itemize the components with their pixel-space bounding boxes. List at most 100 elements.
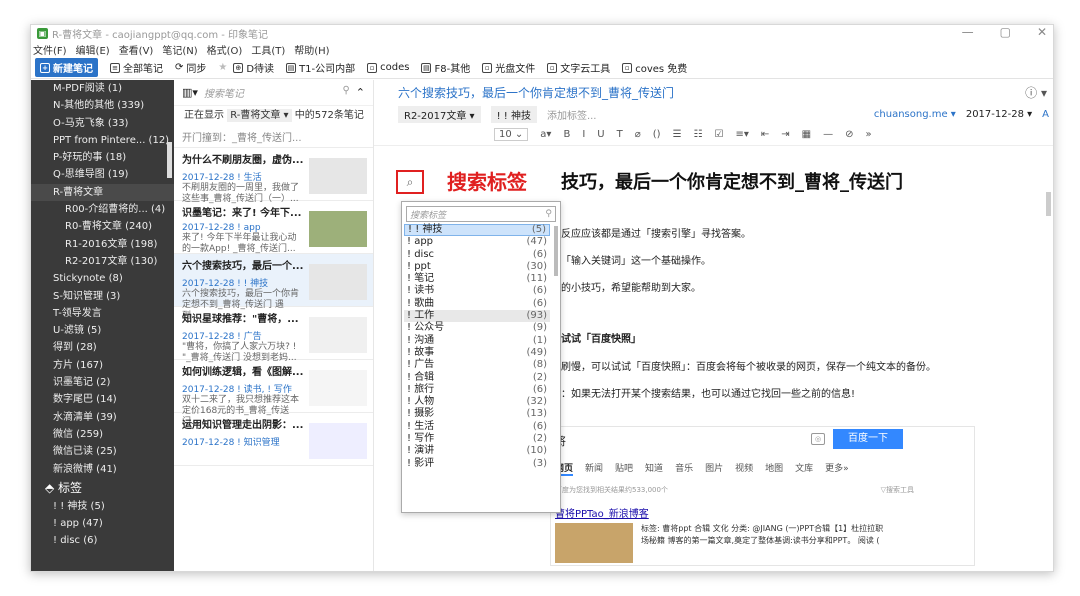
tag-option[interactable]: ! 生活 (6) (404, 421, 550, 433)
menu-note[interactable]: 笔记(N) (162, 42, 197, 57)
note-card-selected[interactable]: 六个搜索技巧，最后一个... 2017-12-28 ! ! 神技 六个搜索技巧，… (174, 254, 373, 321)
tag-search-button-highlight[interactable]: ⌕ (396, 170, 424, 194)
tag-option[interactable]: ! 演讲 (10) (404, 445, 550, 457)
note-card[interactable]: 运用知识管理走出阴影：... 2017-12-28 ! 知识管理 (174, 413, 373, 466)
sidebar-item[interactable]: 水滴清单 (39) (31, 409, 174, 426)
tag-option[interactable]: ! 旅行 (6) (404, 384, 550, 396)
tag-option[interactable]: ! 故事 (49) (404, 347, 550, 359)
sync-button[interactable]: ⟳ 同步 (175, 60, 206, 75)
bold-icon[interactable]: B (563, 129, 570, 140)
tag-option[interactable]: ! 影评 (3) (404, 458, 550, 470)
align-icon[interactable]: ≡▾ (735, 129, 748, 140)
shortcut-coves[interactable]: ▫ coves 免费 (622, 60, 687, 75)
menu-file[interactable]: 文件(F) (33, 42, 67, 57)
sidebar-item[interactable]: Stickynote (8) (31, 270, 174, 287)
info-icon[interactable]: ⓘ ▾ (1025, 84, 1047, 101)
font-size-select[interactable]: 10 ⌄ (494, 128, 529, 141)
tag-option[interactable]: ! 写作 (2) (404, 433, 550, 445)
note-card[interactable]: 知识星球推荐："曹将，... 2017-12-28 ! 广告 "曹将，你搞了人家… (174, 307, 373, 363)
sidebar-item[interactable]: R1-2016文章 (198) (31, 236, 174, 253)
code-icon[interactable]: () (653, 129, 661, 140)
sidebar-item[interactable]: 微信已读 (25) (31, 443, 174, 460)
sidebar-item[interactable]: R2-2017文章 (130) (31, 253, 174, 270)
shortcut-f8[interactable]: ▤ F8-其他 (421, 60, 470, 75)
sidebar-tag-item[interactable]: ! disc (6) (31, 532, 174, 549)
tag-option[interactable]: ! 沟通 (1) (404, 335, 550, 347)
sidebar-item[interactable]: M-PDF阅读 (1) (31, 80, 174, 97)
underline-icon[interactable]: U (597, 129, 604, 140)
sidebar-item[interactable]: 微信 (259) (31, 426, 174, 443)
tag-option[interactable]: ! 摄影 (13) (404, 408, 550, 420)
all-notes-button[interactable]: ≡ 全部笔记 (110, 60, 163, 75)
numbered-list-icon[interactable]: ☷ (694, 129, 703, 140)
sidebar-item-selected[interactable]: R-曹将文章 (31, 183, 174, 202)
sidebar-item[interactable]: R00-介绍曹将的... (4) (31, 201, 174, 218)
shortcut-wordcloud[interactable]: ▫ 文字云工具 (547, 60, 610, 75)
sidebar-item[interactable]: N-其他的其他 (339) (31, 97, 174, 114)
divider-icon[interactable]: — (823, 129, 833, 140)
note-title-field[interactable]: 六个搜索技巧，最后一个你肯定想不到_曹将_传送门 (398, 84, 674, 101)
tag-option[interactable]: ! 公众号 (9) (404, 322, 550, 334)
sidebar-item[interactable]: R0-曹将文章 (240) (31, 218, 174, 235)
tag-option[interactable]: ! 合辑 (2) (404, 372, 550, 384)
sidebar-item[interactable]: T-领导发言 (31, 305, 174, 322)
text-color-icon[interactable]: a▾ (540, 129, 551, 140)
tag-option[interactable]: ! 人物 (32) (404, 396, 550, 408)
tag-search-input[interactable]: 搜索标签 ⚲ (406, 206, 556, 222)
maximize-button[interactable]: ▢ (1000, 25, 1011, 39)
sidebar-scrollbar[interactable] (167, 142, 172, 178)
collapse-icon[interactable]: ⌃ (356, 86, 365, 99)
table-icon[interactable]: ▦ (802, 129, 811, 140)
note-search-input[interactable]: 搜索笔记 ⚲ (204, 85, 350, 100)
sidebar-tag-item[interactable]: ! app (47) (31, 515, 174, 532)
tag-option[interactable]: ! disc (6) (404, 249, 550, 261)
sidebar-item[interactable]: PPT from Pintere... (12) (31, 132, 174, 149)
editor-scrollbar[interactable] (1046, 192, 1051, 216)
italic-icon[interactable]: I (582, 129, 585, 140)
note-card[interactable]: 识墨笔记：来了! 今年下... 2017-12-28 ! app 来了! 今年下… (174, 201, 373, 254)
sidebar-item[interactable]: Q-思维导图 (19) (31, 166, 174, 183)
more-icon[interactable]: » (866, 129, 872, 140)
note-card[interactable]: 开门撞到：_曹将_传送门... (174, 126, 373, 148)
note-date[interactable]: 2017-12-28 ▾ (966, 109, 1032, 120)
tag-option[interactable]: ! 读书 (6) (404, 285, 550, 297)
new-note-button[interactable]: + 新建笔记 (35, 58, 98, 77)
sidebar-item[interactable]: S-知识管理 (3) (31, 288, 174, 305)
tag-option[interactable]: ! 歌曲 (6) (404, 298, 550, 310)
menu-view[interactable]: 查看(V) (119, 42, 154, 57)
note-card[interactable]: 如何训练逻辑，看《图解... 2017-12-28 ! 读书, ! 写作 双十二… (174, 360, 373, 427)
bullet-list-icon[interactable]: ☰ (673, 129, 682, 140)
menu-edit[interactable]: 编辑(E) (76, 42, 110, 57)
tag-option[interactable]: ! 工作 (93) (404, 310, 550, 323)
attach-icon[interactable]: ⊘ (845, 129, 853, 140)
source-url[interactable]: chuansong.me ▾ (874, 109, 956, 120)
menu-format[interactable]: 格式(O) (207, 42, 243, 57)
close-button[interactable]: ✕ (1037, 25, 1047, 39)
notebook-filter[interactable]: R-曹将文章 ▾ (227, 109, 292, 122)
notebook-selector[interactable]: R2-2017文章 ▾ (398, 105, 481, 123)
view-toggle-icon[interactable]: ▥▾ (182, 86, 198, 99)
tags-section-header[interactable]: ⬘ 标签 (31, 478, 174, 498)
shortcut-t1[interactable]: ▤ T1-公司内部 (286, 60, 355, 75)
tag-list-scrollbar[interactable] (554, 226, 558, 276)
shortcut-codes[interactable]: ▫ codes (367, 62, 409, 73)
sidebar-item[interactable]: 识墨笔记 (2) (31, 374, 174, 391)
sidebar-item[interactable]: 方片 (167) (31, 357, 174, 374)
indent-icon[interactable]: ⇥ (781, 129, 789, 140)
note-card[interactable]: 为什么不刷朋友圈，虚伪... 2017-12-28 ! 生活 不刷朋友圈的一周里… (174, 148, 373, 204)
sidebar-item[interactable]: O-马克飞象 (33) (31, 115, 174, 132)
minimize-button[interactable]: — (962, 25, 974, 39)
add-tag-input[interactable]: 添加标签... (547, 107, 597, 122)
menu-tools[interactable]: 工具(T) (251, 42, 285, 57)
checkbox-icon[interactable]: ☑ (715, 129, 724, 140)
shortcut-disc[interactable]: ▫ 光盘文件 (482, 60, 535, 75)
menu-help[interactable]: 帮助(H) (294, 42, 329, 57)
font-icon[interactable]: A (1042, 109, 1049, 120)
highlight-icon[interactable]: ⌀ (635, 129, 641, 140)
sidebar-item[interactable]: 得到 (28) (31, 339, 174, 356)
sidebar-item[interactable]: 新浪微博 (41) (31, 461, 174, 478)
note-tag[interactable]: ! ! 神技 (490, 105, 537, 123)
tag-option[interactable]: ! 广告 (8) (404, 359, 550, 371)
sidebar-item[interactable]: U-滤镜 (5) (31, 322, 174, 339)
tag-option[interactable]: ! ppt (30) (404, 261, 550, 273)
